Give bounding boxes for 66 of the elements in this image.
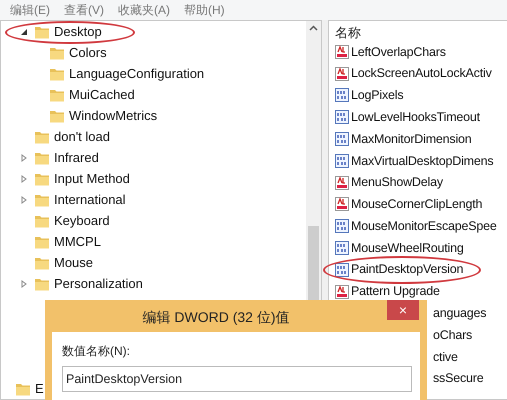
tree-item[interactable]: don't load [54,126,110,146]
value-name[interactable]: MouseWheelRouting [351,238,464,258]
value-name[interactable]: ssSecure [433,369,484,388]
folder-icon [15,382,31,396]
value-name[interactable]: MaxMonitorDimension [351,130,472,148]
tree-item[interactable]: International [54,190,126,210]
value-name[interactable]: oChars [433,326,472,345]
string-value-icon [335,176,349,190]
menu-item[interactable]: 编辑(E) [10,1,50,19]
value-name[interactable]: MouseMonitorEscapeSpee [351,216,497,236]
column-header[interactable]: 名称 [335,21,507,41]
binary-value-icon [335,219,349,234]
value-name[interactable]: PaintDesktopVersion [351,260,464,280]
value-name[interactable]: LockScreenAutoLockActiv [351,64,492,84]
binary-value-icon [335,154,349,168]
tree-item[interactable]: WindowMetrics [69,106,158,126]
folder-icon [49,108,65,122]
folder-icon [34,234,50,248]
tree-item[interactable]: MMCPL [54,232,101,252]
folder-icon [34,276,50,290]
folder-icon [34,130,50,144]
value-name[interactable]: MaxVirtualDesktopDimens [351,152,494,170]
binary-value-icon [335,110,349,124]
menu-item[interactable]: 收藏夹(A) [118,1,170,19]
tree-item[interactable]: Personalization [54,274,143,294]
string-value-icon [335,66,349,81]
field-label: 数值名称(N): [62,343,131,360]
string-value-icon [335,284,349,299]
tree-item[interactable]: Desktop [54,22,102,42]
folder-icon [34,24,50,38]
value-name[interactable]: LowLevelHooksTimeout [351,108,480,127]
value-name[interactable]: LeftOverlapChars [351,42,446,62]
value-name[interactable]: LogPixels [351,86,404,105]
binary-value-icon [335,132,349,146]
folder-icon [34,214,50,228]
value-name[interactable]: ctive [433,348,458,366]
string-value-icon [335,197,349,212]
tree-item[interactable]: Colors [69,42,107,62]
value-name[interactable]: MouseCornerClipLength [351,195,482,214]
folder-icon [49,88,65,102]
collapse-arrow-icon[interactable] [20,28,30,36]
tree-item[interactable]: Keyboard [54,210,110,230]
tree-item[interactable]: LanguageConfiguration [69,64,204,84]
value-name[interactable]: MenuShowDelay [351,173,443,192]
tree-item[interactable]: Infrared [54,148,99,168]
value-name[interactable]: anguages [433,304,486,323]
close-button[interactable]: × [387,300,419,320]
tree-item[interactable]: MuiCached [69,84,135,104]
tree-item[interactable]: E [35,378,44,398]
folder-icon [49,46,65,60]
string-value-icon [335,44,349,59]
value-name-field[interactable]: PaintDesktopVersion [62,366,412,392]
dialog-title: 编辑 DWORD (32 位)值 [142,308,290,327]
binary-value-icon [335,262,349,277]
menu-item[interactable]: 查看(V) [64,1,104,19]
folder-icon [49,66,65,80]
binary-value-icon [335,241,349,256]
tree-item[interactable]: Input Method [54,168,130,188]
folder-icon [34,192,50,206]
folder-icon [34,256,50,270]
value-name[interactable]: Pattern Upgrade [351,282,440,302]
binary-value-icon [335,88,349,102]
tree-item[interactable]: Mouse [54,252,94,272]
menu-item[interactable]: 帮助(H) [184,1,225,19]
folder-icon [34,172,50,186]
folder-icon [34,150,50,164]
